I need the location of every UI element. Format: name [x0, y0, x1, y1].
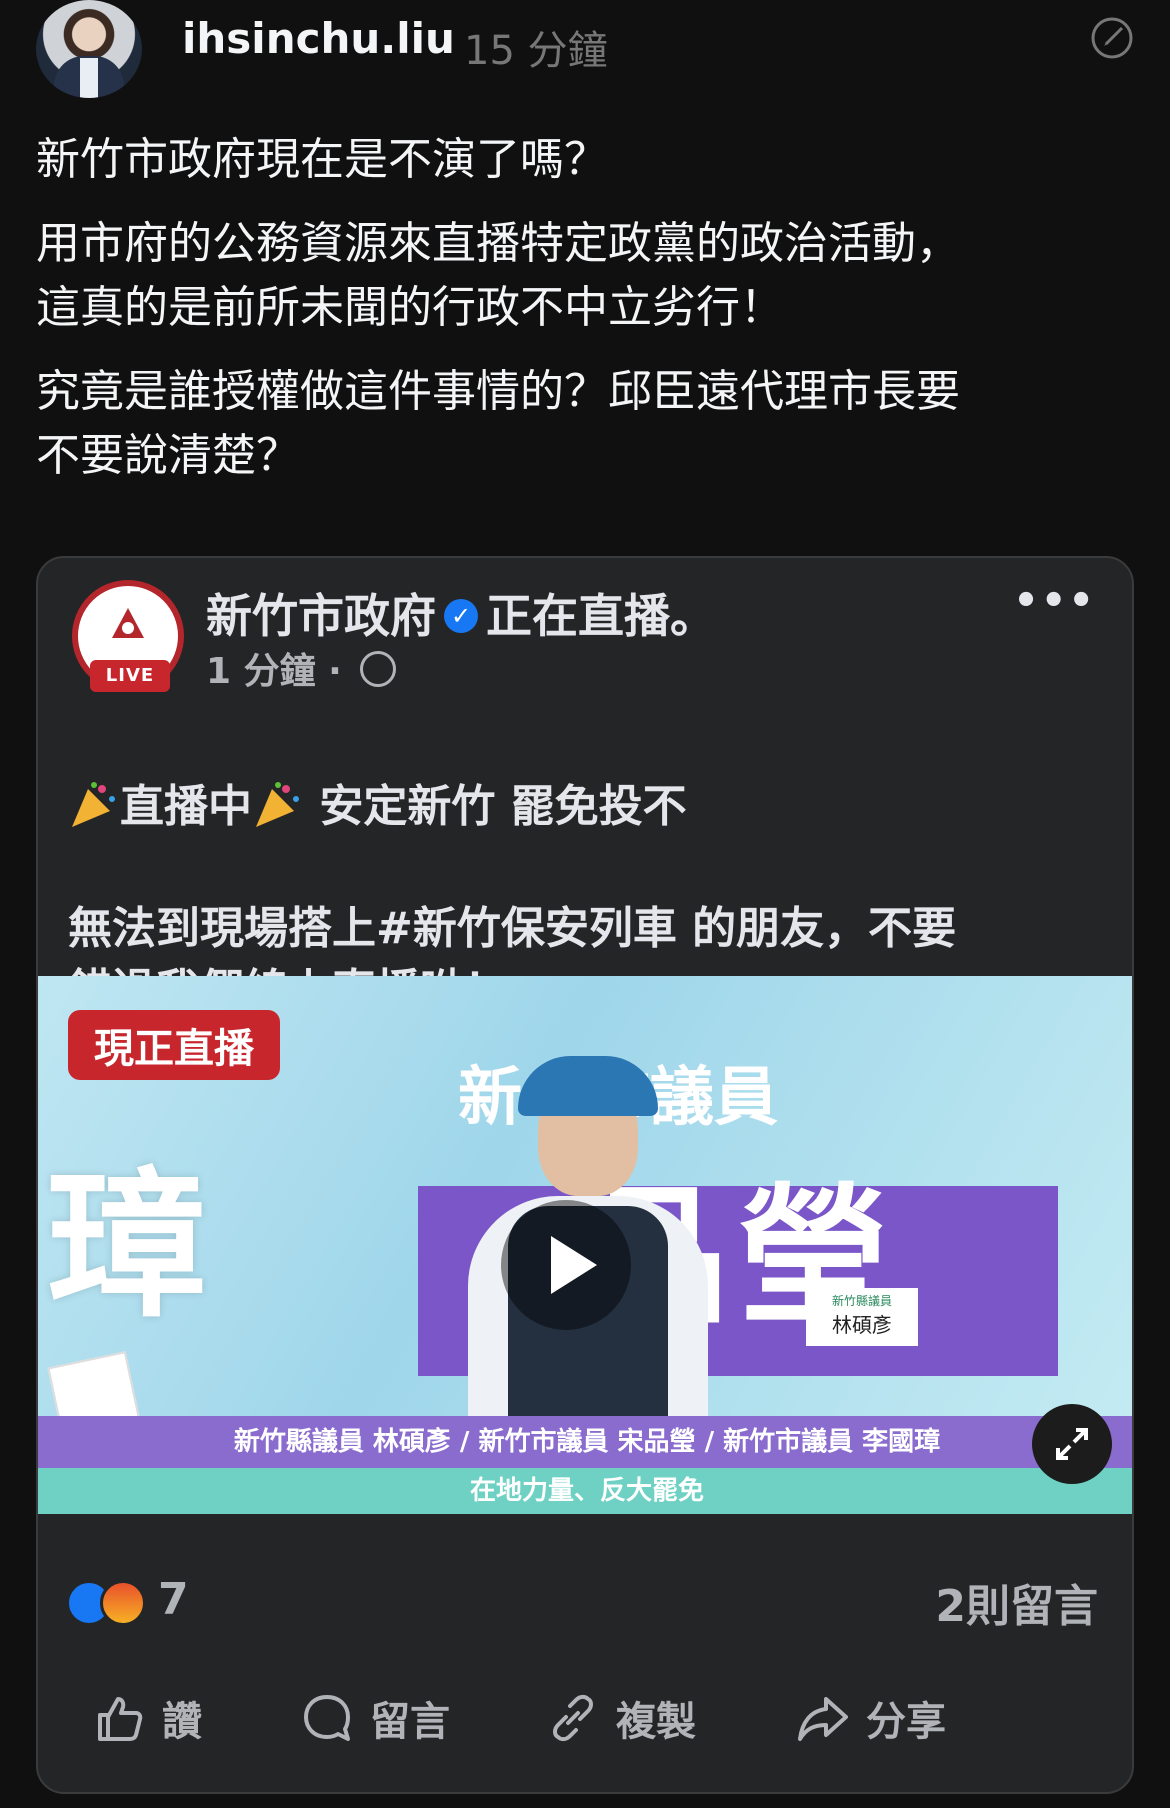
video-ticker-bottom: 在地力量、反大罷免: [38, 1468, 1132, 1514]
post-paragraph: 究竟是誰授權做這件事情的？邱臣遠代理市長要 不要說清楚？: [36, 366, 960, 481]
like-button[interactable]: 讚: [92, 1688, 202, 1748]
video-ticker-top: 新竹縣議員 林碩彥 / 新竹市議員 宋品瑩 / 新竹市議員 李國璋: [38, 1416, 1132, 1468]
play-button-icon[interactable]: [501, 1200, 631, 1330]
card-time-row: 1 分鐘 ·: [206, 642, 397, 694]
like-label: 讚: [162, 1699, 202, 1745]
copy-link-button[interactable]: 複製: [546, 1688, 696, 1748]
expand-icon[interactable]: [1032, 1404, 1112, 1484]
speaker-name-tag: 新竹縣議員 林碩彥: [806, 1288, 918, 1346]
name-tag-name: 林碩彥: [832, 1313, 892, 1337]
post-header: ihsinchu.liu 15 分鐘: [36, 0, 1136, 110]
reaction-count: 7: [158, 1574, 189, 1625]
caption-line-1: 直播中 安定新竹 罷免投不: [68, 714, 1108, 838]
party-popper-icon: [72, 782, 115, 827]
comment-bubble-icon: [304, 1695, 350, 1741]
post-body: 新竹市政府現在是不演了嗎？ 用市府的公務資源來直播特定政黨的政治活動， 這真的是…: [36, 128, 1136, 508]
thumbs-up-icon: [98, 1697, 143, 1741]
copy-label: 複製: [616, 1699, 696, 1745]
page-name-row: 新竹市政府正在直播。: [206, 580, 716, 646]
angry-reaction-icon: [100, 1580, 146, 1626]
share-arrow-icon: [798, 1697, 848, 1741]
globe-icon: [360, 651, 397, 687]
post-timestamp: 15 分鐘: [464, 28, 608, 74]
page-name[interactable]: 新竹市政府: [206, 589, 436, 643]
edit-icon[interactable]: [1088, 14, 1136, 62]
caption-slogan: 安定新竹 罷免投不: [319, 781, 687, 832]
card-timestamp: 1 分鐘 ·: [206, 651, 355, 692]
verified-badge-icon: [444, 598, 478, 633]
embedded-post-card[interactable]: LIVE 新竹市政府正在直播。 1 分鐘 · ••• 直播中 安定新竹 罷免投不…: [36, 556, 1134, 1794]
stage-backdrop-text: 璋: [46, 1152, 207, 1339]
avatar-shirt: [80, 58, 98, 98]
speaker-cap: [518, 1056, 658, 1116]
username[interactable]: ihsinchu.liu: [182, 14, 455, 63]
share-label: 分享: [866, 1699, 946, 1745]
action-bar: 讚 留言 複製 分享: [38, 1668, 1132, 1768]
caption-live-text: 直播中: [120, 781, 252, 832]
live-video-player[interactable]: 璋 品瑩 新 市議員 現正直播 新竹縣議員 林碩彥 新竹縣議員 林碩彥 / 新竹…: [38, 976, 1132, 1514]
comment-label: 留言: [370, 1699, 450, 1745]
share-button[interactable]: 分享: [796, 1688, 946, 1748]
name-tag-title: 新竹縣議員: [831, 1294, 892, 1308]
comment-button[interactable]: 留言: [300, 1688, 450, 1748]
link-icon: [553, 1694, 593, 1742]
live-now-badge: 現正直播: [68, 1010, 280, 1080]
live-status: 正在直播。: [486, 589, 716, 643]
post-paragraph: 用市府的公務資源來直播特定政黨的政治活動， 這真的是前所未聞的行政不中立劣行！: [36, 218, 960, 333]
city-emblem-icon: [112, 608, 144, 638]
party-popper-icon: [256, 782, 299, 827]
live-badge: LIVE: [90, 660, 170, 692]
comment-count[interactable]: 2則留言: [935, 1570, 1098, 1634]
post-paragraph: 新竹市政府現在是不演了嗎？: [36, 134, 608, 185]
more-options-icon[interactable]: •••: [1013, 578, 1096, 624]
user-avatar[interactable]: [36, 0, 142, 98]
